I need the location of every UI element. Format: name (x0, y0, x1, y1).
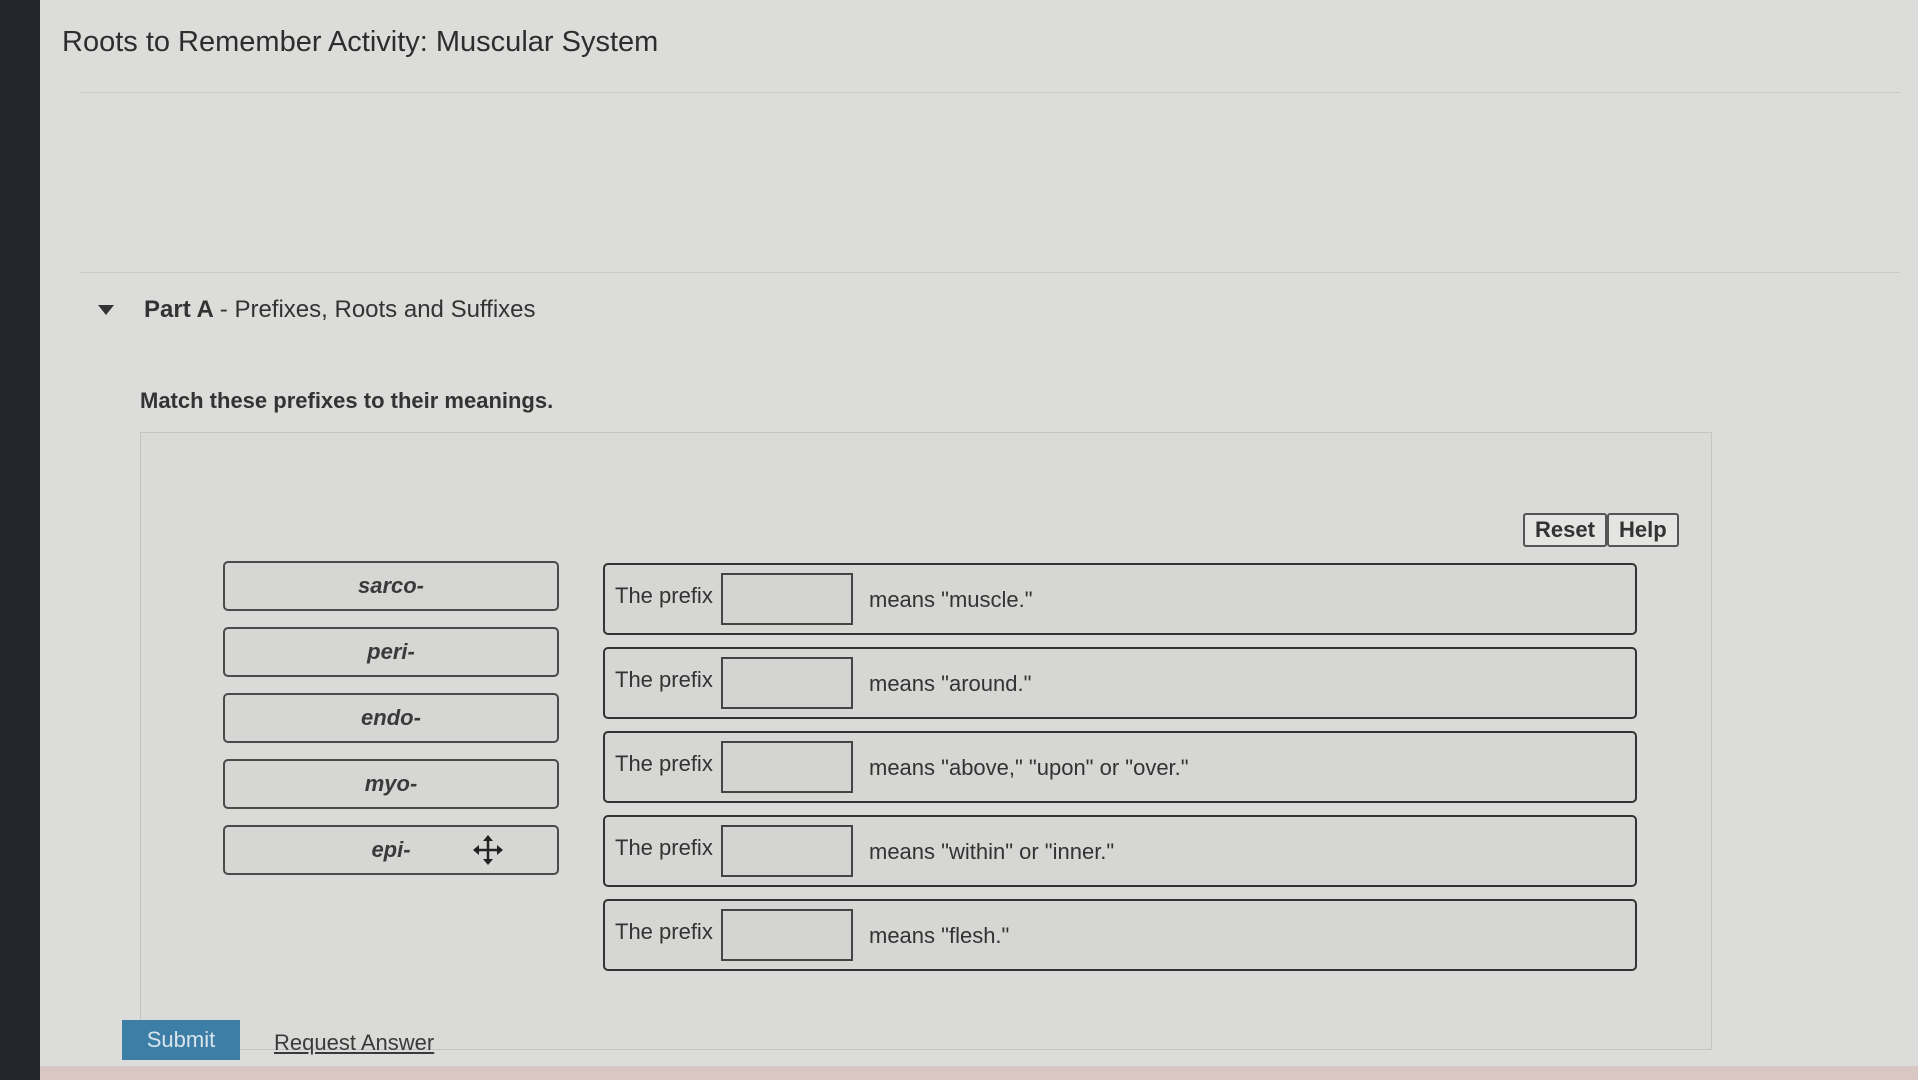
left-edge (0, 0, 40, 1080)
reset-button[interactable]: Reset (1523, 513, 1607, 547)
meaning-text: means "muscle." (869, 587, 1033, 612)
prefix-text: The prefix (615, 583, 713, 608)
drop-zone[interactable] (721, 573, 853, 625)
part-a-label: Part A (144, 296, 214, 323)
title-divider (80, 92, 1900, 93)
drag-label-sarco[interactable]: sarco- (223, 561, 559, 611)
drag-label-peri[interactable]: peri- (223, 627, 559, 677)
target-row: The prefix means "around." (603, 647, 1637, 719)
target-list: The prefix means "muscle." The prefix me… (603, 563, 1637, 983)
section-divider (80, 272, 1900, 273)
drag-label-endo[interactable]: endo- (223, 693, 559, 743)
drop-zone[interactable] (721, 657, 853, 709)
instructions: Match these prefixes to their meanings. (140, 388, 554, 413)
submit-button[interactable]: Submit (122, 1020, 240, 1060)
page-title: Roots to Remember Activity: Muscular Sys… (62, 26, 659, 58)
target-row: The prefix means "above," "upon" or "ove… (603, 731, 1637, 803)
target-row: The prefix means "muscle." (603, 563, 1637, 635)
help-button[interactable]: Help (1607, 513, 1679, 547)
drop-zone[interactable] (721, 741, 853, 793)
move-icon (473, 835, 503, 865)
drop-zone[interactable] (721, 825, 853, 877)
prefix-text: The prefix (615, 667, 713, 692)
meaning-text: means "around." (869, 671, 1032, 696)
part-a-title: - Prefixes, Roots and Suffixes (219, 296, 536, 323)
drop-zone[interactable] (721, 909, 853, 961)
prefix-text: The prefix (615, 835, 713, 860)
page: Roots to Remember Activity: Muscular Sys… (40, 0, 1918, 1080)
prefix-text: The prefix (615, 919, 713, 944)
meaning-text: means "within" or "inner." (869, 839, 1115, 864)
prefix-text: The prefix (615, 751, 713, 776)
target-row: The prefix means "within" or "inner." (603, 815, 1637, 887)
request-answer-link[interactable]: Request Answer (274, 1030, 434, 1056)
meaning-text: means "flesh." (869, 923, 1010, 948)
bottom-strip (40, 1066, 1918, 1080)
drag-label-myo[interactable]: myo- (223, 759, 559, 809)
label-bank: sarco- peri- endo- myo- epi- (223, 561, 559, 891)
caret-down-icon[interactable] (98, 305, 114, 315)
part-a-header[interactable]: Part A - Prefixes, Roots and Suffixes (98, 296, 536, 324)
drag-label-epi[interactable]: epi- (223, 825, 559, 875)
matching-panel: Reset Help sarco- peri- endo- myo- epi- (140, 432, 1712, 1050)
target-row: The prefix means "flesh." (603, 899, 1637, 971)
meaning-text: means "above," "upon" or "over." (869, 755, 1189, 780)
